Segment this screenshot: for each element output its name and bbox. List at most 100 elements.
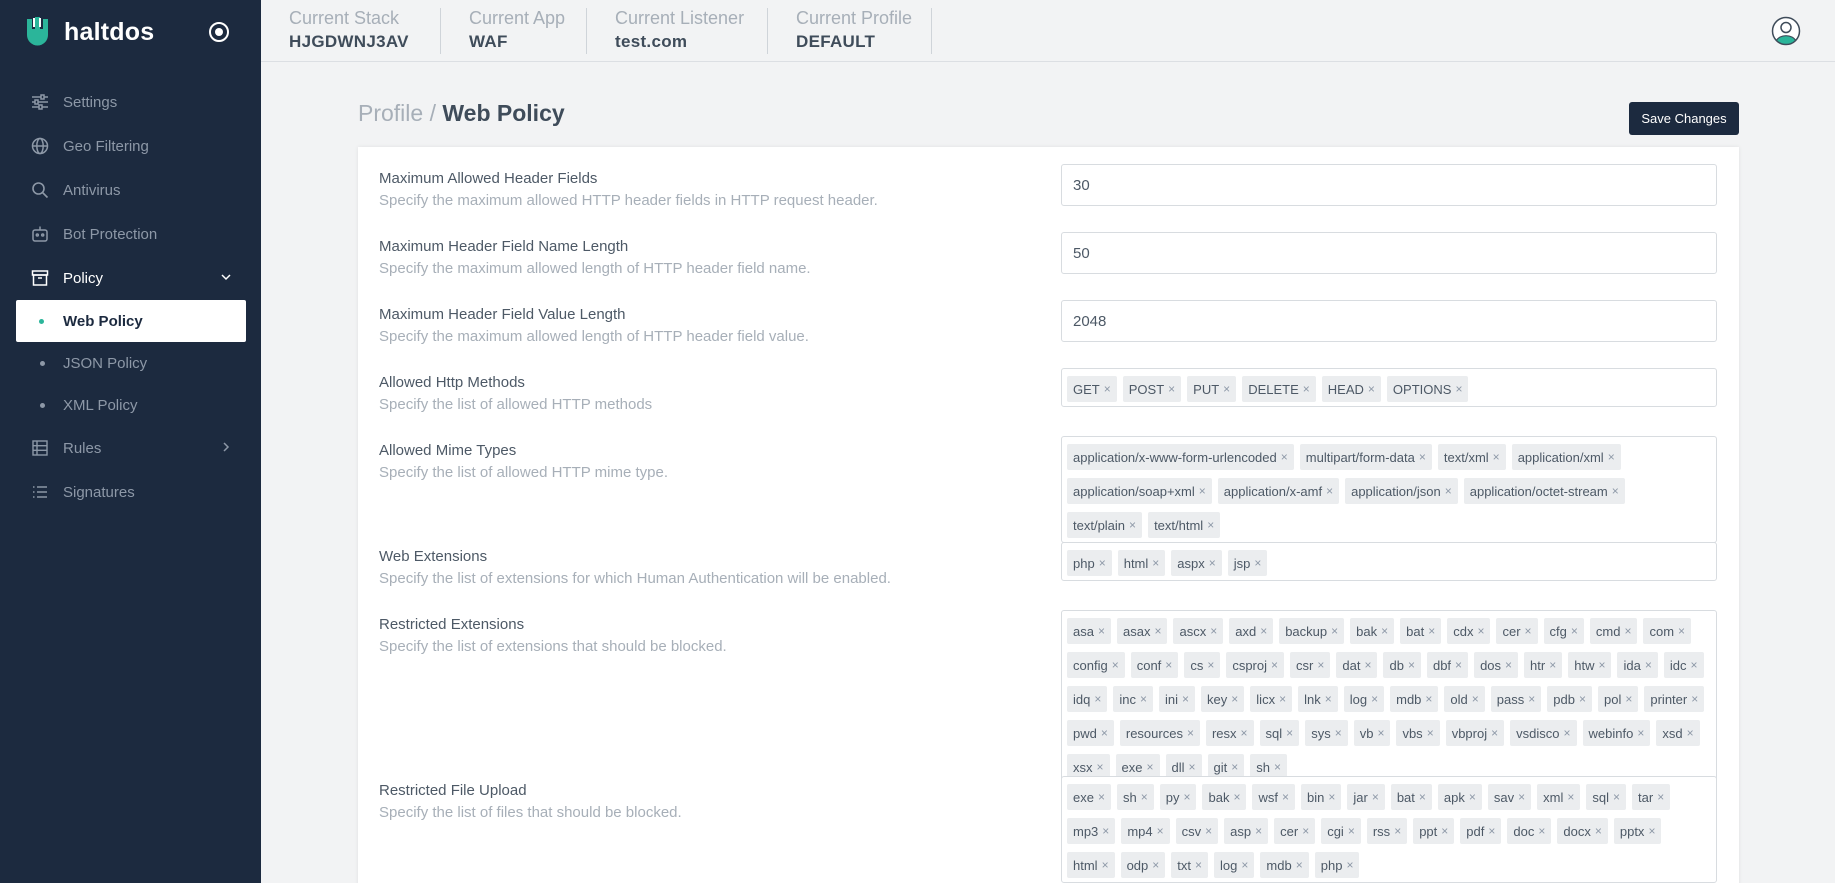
remove-tag-icon[interactable]: × <box>1371 692 1378 706</box>
remove-tag-icon[interactable]: × <box>1296 858 1303 872</box>
remove-tag-icon[interactable]: × <box>1182 692 1189 706</box>
remove-tag-icon[interactable]: × <box>1571 624 1578 638</box>
remove-tag-icon[interactable]: × <box>1098 790 1105 804</box>
remove-tag-icon[interactable]: × <box>1505 658 1512 672</box>
remove-tag-icon[interactable]: × <box>1488 824 1495 838</box>
remove-tag-icon[interactable]: × <box>1691 692 1698 706</box>
remove-tag-icon[interactable]: × <box>1455 658 1462 672</box>
remove-tag-icon[interactable]: × <box>1303 382 1310 396</box>
remove-tag-icon[interactable]: × <box>1102 858 1109 872</box>
remove-tag-icon[interactable]: × <box>1612 484 1619 498</box>
remove-tag-icon[interactable]: × <box>1207 518 1214 532</box>
sidebar-subitem-web-policy[interactable]: Web Policy <box>16 300 246 342</box>
sidebar-item-rules[interactable]: Rules <box>0 426 261 470</box>
remove-tag-icon[interactable]: × <box>1097 760 1104 774</box>
remove-tag-icon[interactable]: × <box>1579 692 1586 706</box>
remove-tag-icon[interactable]: × <box>1657 790 1664 804</box>
remove-tag-icon[interactable]: × <box>1528 692 1535 706</box>
http-methods-tag-input[interactable]: GET × POST × PUT × DELETE × HEAD × OPTIONS × <box>1061 368 1717 407</box>
remove-tag-icon[interactable]: × <box>1328 790 1335 804</box>
remove-tag-icon[interactable]: × <box>1690 658 1697 672</box>
remove-tag-icon[interactable]: × <box>1281 450 1288 464</box>
remove-tag-icon[interactable]: × <box>1645 658 1652 672</box>
remove-tag-icon[interactable]: × <box>1255 824 1262 838</box>
remove-tag-icon[interactable]: × <box>1205 824 1212 838</box>
current-stack[interactable]: Current Stack HJGDWNJ3AV <box>261 8 441 54</box>
remove-tag-icon[interactable]: × <box>1231 692 1238 706</box>
remove-tag-icon[interactable]: × <box>1154 624 1161 638</box>
remove-tag-icon[interactable]: × <box>1613 790 1620 804</box>
breadcrumb-parent[interactable]: Profile <box>358 100 423 126</box>
remove-tag-icon[interactable]: × <box>1469 790 1476 804</box>
restricted-extensions-tag-input[interactable]: asa × asax × ascx × axd × backup × bak × bat × cdx × cer… <box>1061 610 1717 785</box>
remove-tag-icon[interactable]: × <box>1598 658 1605 672</box>
sidebar-item-antivirus[interactable]: Antivirus <box>0 168 261 212</box>
remove-tag-icon[interactable]: × <box>1102 824 1109 838</box>
remove-tag-icon[interactable]: × <box>1346 858 1353 872</box>
remove-tag-icon[interactable]: × <box>1425 692 1432 706</box>
remove-tag-icon[interactable]: × <box>1538 824 1545 838</box>
remove-tag-icon[interactable]: × <box>1326 484 1333 498</box>
remove-tag-icon[interactable]: × <box>1518 790 1525 804</box>
remove-tag-icon[interactable]: × <box>1348 824 1355 838</box>
remove-tag-icon[interactable]: × <box>1608 450 1615 464</box>
remove-tag-icon[interactable]: × <box>1595 824 1602 838</box>
mime-types-tag-input[interactable]: application/x-www-form-urlencoded × multip… <box>1061 436 1717 543</box>
remove-tag-icon[interactable]: × <box>1637 726 1644 740</box>
remove-tag-icon[interactable]: × <box>1146 760 1153 774</box>
remove-tag-icon[interactable]: × <box>1377 726 1384 740</box>
remove-tag-icon[interactable]: × <box>1491 726 1498 740</box>
sidebar-subitem-xml-policy[interactable]: XML Policy <box>0 384 261 426</box>
remove-tag-icon[interactable]: × <box>1624 624 1631 638</box>
remove-tag-icon[interactable]: × <box>1199 484 1206 498</box>
remove-tag-icon[interactable]: × <box>1368 382 1375 396</box>
remove-tag-icon[interactable]: × <box>1567 790 1574 804</box>
remove-tag-icon[interactable]: × <box>1187 726 1194 740</box>
remove-tag-icon[interactable]: × <box>1427 726 1434 740</box>
remove-tag-icon[interactable]: × <box>1335 726 1342 740</box>
target-icon[interactable] <box>209 22 229 42</box>
remove-tag-icon[interactable]: × <box>1241 858 1248 872</box>
sidebar-item-policy[interactable]: Policy <box>0 256 261 300</box>
remove-tag-icon[interactable]: × <box>1260 624 1267 638</box>
remove-tag-icon[interactable]: × <box>1207 658 1214 672</box>
sidebar-item-signatures[interactable]: Signatures <box>0 470 261 514</box>
remove-tag-icon[interactable]: × <box>1152 556 1159 570</box>
remove-tag-icon[interactable]: × <box>1129 518 1136 532</box>
remove-tag-icon[interactable]: × <box>1271 658 1278 672</box>
remove-tag-icon[interactable]: × <box>1625 692 1632 706</box>
current-app[interactable]: Current App WAF <box>441 8 587 54</box>
remove-tag-icon[interactable]: × <box>1372 790 1379 804</box>
max-value-length-input[interactable] <box>1062 301 1716 341</box>
remove-tag-icon[interactable]: × <box>1564 726 1571 740</box>
remove-tag-icon[interactable]: × <box>1419 790 1426 804</box>
remove-tag-icon[interactable]: × <box>1428 624 1435 638</box>
remove-tag-icon[interactable]: × <box>1286 726 1293 740</box>
remove-tag-icon[interactable]: × <box>1189 760 1196 774</box>
remove-tag-icon[interactable]: × <box>1394 824 1401 838</box>
remove-tag-icon[interactable]: × <box>1233 790 1240 804</box>
remove-tag-icon[interactable]: × <box>1477 624 1484 638</box>
remove-tag-icon[interactable]: × <box>1099 556 1106 570</box>
remove-tag-icon[interactable]: × <box>1317 658 1324 672</box>
save-changes-button[interactable]: Save Changes <box>1629 102 1739 135</box>
remove-tag-icon[interactable]: × <box>1525 624 1532 638</box>
remove-tag-icon[interactable]: × <box>1168 382 1175 396</box>
remove-tag-icon[interactable]: × <box>1209 556 1216 570</box>
remove-tag-icon[interactable]: × <box>1419 450 1426 464</box>
remove-tag-icon[interactable]: × <box>1112 658 1119 672</box>
remove-tag-icon[interactable]: × <box>1279 692 1286 706</box>
remove-tag-icon[interactable]: × <box>1231 760 1238 774</box>
remove-tag-icon[interactable]: × <box>1210 624 1217 638</box>
remove-tag-icon[interactable]: × <box>1331 624 1338 638</box>
remove-tag-icon[interactable]: × <box>1302 824 1309 838</box>
restricted-uploads-tag-input[interactable]: exe × sh × py × bak × wsf × bin × jar × bat × apk × sav × xm… <box>1061 776 1717 883</box>
remove-tag-icon[interactable]: × <box>1648 824 1655 838</box>
remove-tag-icon[interactable]: × <box>1325 692 1332 706</box>
remove-tag-icon[interactable]: × <box>1165 658 1172 672</box>
remove-tag-icon[interactable]: × <box>1101 726 1108 740</box>
remove-tag-icon[interactable]: × <box>1441 824 1448 838</box>
remove-tag-icon[interactable]: × <box>1445 484 1452 498</box>
remove-tag-icon[interactable]: × <box>1157 824 1164 838</box>
remove-tag-icon[interactable]: × <box>1104 382 1111 396</box>
